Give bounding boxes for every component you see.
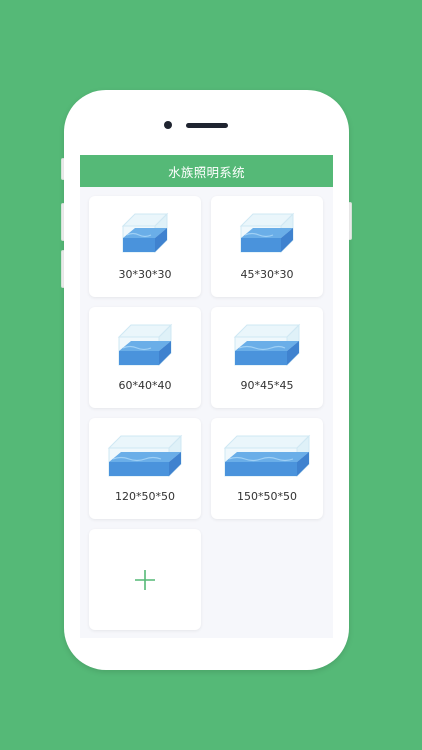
tank-card-60x40x40[interactable]: 60*40*40 [89,307,201,408]
plus-icon [135,569,155,590]
tank-size-label: 150*50*50 [237,490,297,503]
tank-card-120x50x50[interactable]: 120*50*50 [89,418,201,519]
aquarium-icon [239,212,295,254]
aquarium-icon [117,323,173,367]
tank-size-label: 30*30*30 [118,268,172,281]
add-tank-button[interactable] [89,529,201,630]
tank-card-150x50x50[interactable]: 150*50*50 [211,418,323,519]
app-title: 水族照明系统 [168,164,245,180]
aquarium-icon [121,212,169,254]
app-header: 水族照明系统 [80,155,333,187]
tank-card-45x30x30[interactable]: 45*30*30 [211,196,323,297]
tank-grid: 30*30*30 45*30*30 60*40*40 90*45*45 120*… [89,196,324,630]
app-screen: 水族照明系统 30*30*30 45*30*30 60*40*40 90*45*… [80,155,333,638]
aquarium-icon [223,434,311,478]
aquarium-icon [107,434,183,478]
tank-size-label: 60*40*40 [118,379,172,392]
tank-card-30x30x30[interactable]: 30*30*30 [89,196,201,297]
tank-size-label: 45*30*30 [240,268,294,281]
front-camera [164,121,172,129]
aquarium-icon [233,323,301,367]
tank-card-90x45x45[interactable]: 90*45*45 [211,307,323,408]
tank-size-label: 90*45*45 [240,379,294,392]
tank-size-label: 120*50*50 [115,490,175,503]
earpiece-speaker [186,123,228,128]
